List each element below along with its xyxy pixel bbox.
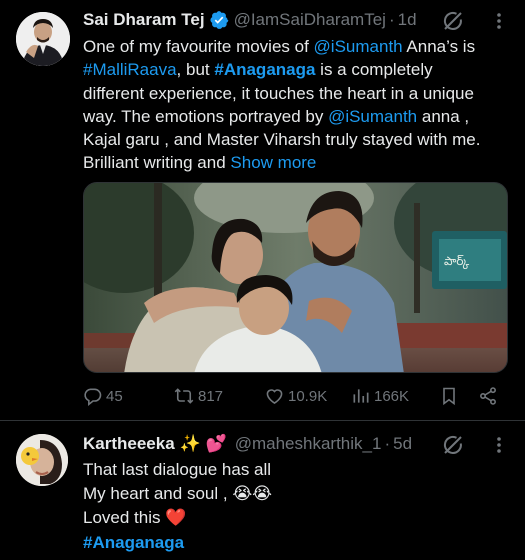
text-line: Kajal garu , and Master Viharsh truly st… — [83, 128, 509, 151]
text-line: #Anaganaga — [83, 531, 509, 555]
text-line: One of my favourite movies of @iSumanth … — [83, 35, 509, 58]
text-segment: That last dialogue has all — [83, 460, 272, 479]
bookmark-button[interactable] — [439, 386, 462, 406]
text-line: Brilliant writing and Show more — [83, 151, 509, 174]
name-emojis: ✨ 💕 — [179, 434, 227, 453]
author-name[interactable]: Sai Dharam Tej — [83, 10, 205, 30]
more-options-icon[interactable] — [488, 434, 510, 456]
text-segment: Brilliant writing and — [83, 153, 231, 173]
hashtag-link[interactable]: #Anaganaga — [83, 533, 184, 552]
reply-count: 45 — [106, 387, 123, 405]
avatar[interactable] — [16, 434, 68, 486]
like-count: 10.9K — [288, 387, 328, 405]
text-line: different experience, it touches the hea… — [83, 82, 509, 105]
text-segment: My heart and soul , — [83, 484, 228, 504]
text-segment: is a completely — [315, 60, 433, 80]
tweet-text: That last dialogue has all My heart and … — [83, 458, 509, 555]
text-segment: Kajal garu , and Master Viharsh truly st… — [83, 130, 481, 150]
text-segment: , but — [176, 60, 215, 80]
heart-emoji: ❤️ — [165, 508, 187, 528]
timestamp[interactable]: 5d — [393, 434, 412, 454]
tweet-media-image[interactable]: పార్క్ — [83, 182, 508, 373]
text-segment: way. The emotions portrayed by — [83, 106, 329, 126]
tweet-actions-bar: 45 817 10.9K 166K — [83, 386, 505, 410]
text-segment: different experience, it touches the hea… — [83, 83, 474, 103]
verified-badge-icon — [209, 10, 229, 30]
text-segment: Loved this — [83, 508, 161, 528]
avatar-photo — [16, 12, 70, 66]
repost-count: 817 — [198, 387, 224, 405]
author-handle[interactable]: @maheshkarthik_1 — [235, 434, 382, 454]
grok-icon[interactable] — [442, 434, 464, 456]
hashtag-link[interactable]: #Anaganaga — [214, 60, 315, 79]
views-button[interactable]: 166K — [351, 386, 409, 406]
repost-icon — [174, 388, 194, 404]
crying-emoji: 😭😭 — [232, 484, 273, 504]
text-segment: anna , — [417, 106, 470, 126]
more-options-icon[interactable] — [488, 10, 510, 32]
bookmark-icon — [443, 387, 455, 406]
text-segment: Anna’s is — [402, 37, 476, 56]
text-line: My heart and soul , 😭😭 — [83, 482, 509, 506]
mention-link[interactable]: @iSumanth — [328, 107, 417, 126]
views-count: 166K — [374, 387, 410, 405]
timestamp[interactable]: 1d — [398, 10, 417, 30]
reply-button[interactable]: 45 — [83, 386, 123, 406]
text-segment: One of my favourite movies of — [83, 37, 314, 56]
tweet-text: One of my favourite movies of @iSumanth … — [83, 35, 509, 175]
reply-icon — [84, 388, 102, 406]
avatar[interactable] — [16, 12, 70, 66]
author-handle[interactable]: @IamSaiDharamTej — [234, 10, 386, 30]
mention-link[interactable]: @iSumanth — [314, 37, 403, 56]
tweet-sai-dharam-tej[interactable]: Sai Dharam Tej @IamSaiDharamTej · 1d One… — [0, 0, 525, 421]
text-line: #MalliRaava, but #Anaganaga is a complet… — [83, 58, 509, 81]
author-name[interactable]: Kartheeeka — [83, 434, 175, 454]
separator-dot: · — [388, 10, 395, 29]
heart-icon — [266, 389, 283, 405]
hashtag-link[interactable]: #MalliRaava — [83, 60, 177, 79]
movie-still-photo: పార్క్ — [84, 183, 507, 372]
share-icon — [480, 387, 496, 405]
text-line: That last dialogue has all — [83, 458, 509, 482]
show-more-link[interactable]: Show more — [230, 153, 316, 172]
sign-board-text: పార్క్ — [444, 254, 469, 270]
separator-dot: · — [384, 434, 391, 453]
text-line: way. The emotions portrayed by @iSumanth… — [83, 105, 509, 128]
views-icon — [353, 389, 369, 403]
grok-icon[interactable] — [442, 10, 464, 32]
text-line: Loved this ❤️ — [83, 506, 509, 530]
share-button[interactable] — [478, 386, 501, 406]
like-button[interactable]: 10.9K — [264, 386, 327, 406]
avatar-photo — [16, 434, 68, 486]
repost-button[interactable]: 817 — [173, 386, 223, 406]
